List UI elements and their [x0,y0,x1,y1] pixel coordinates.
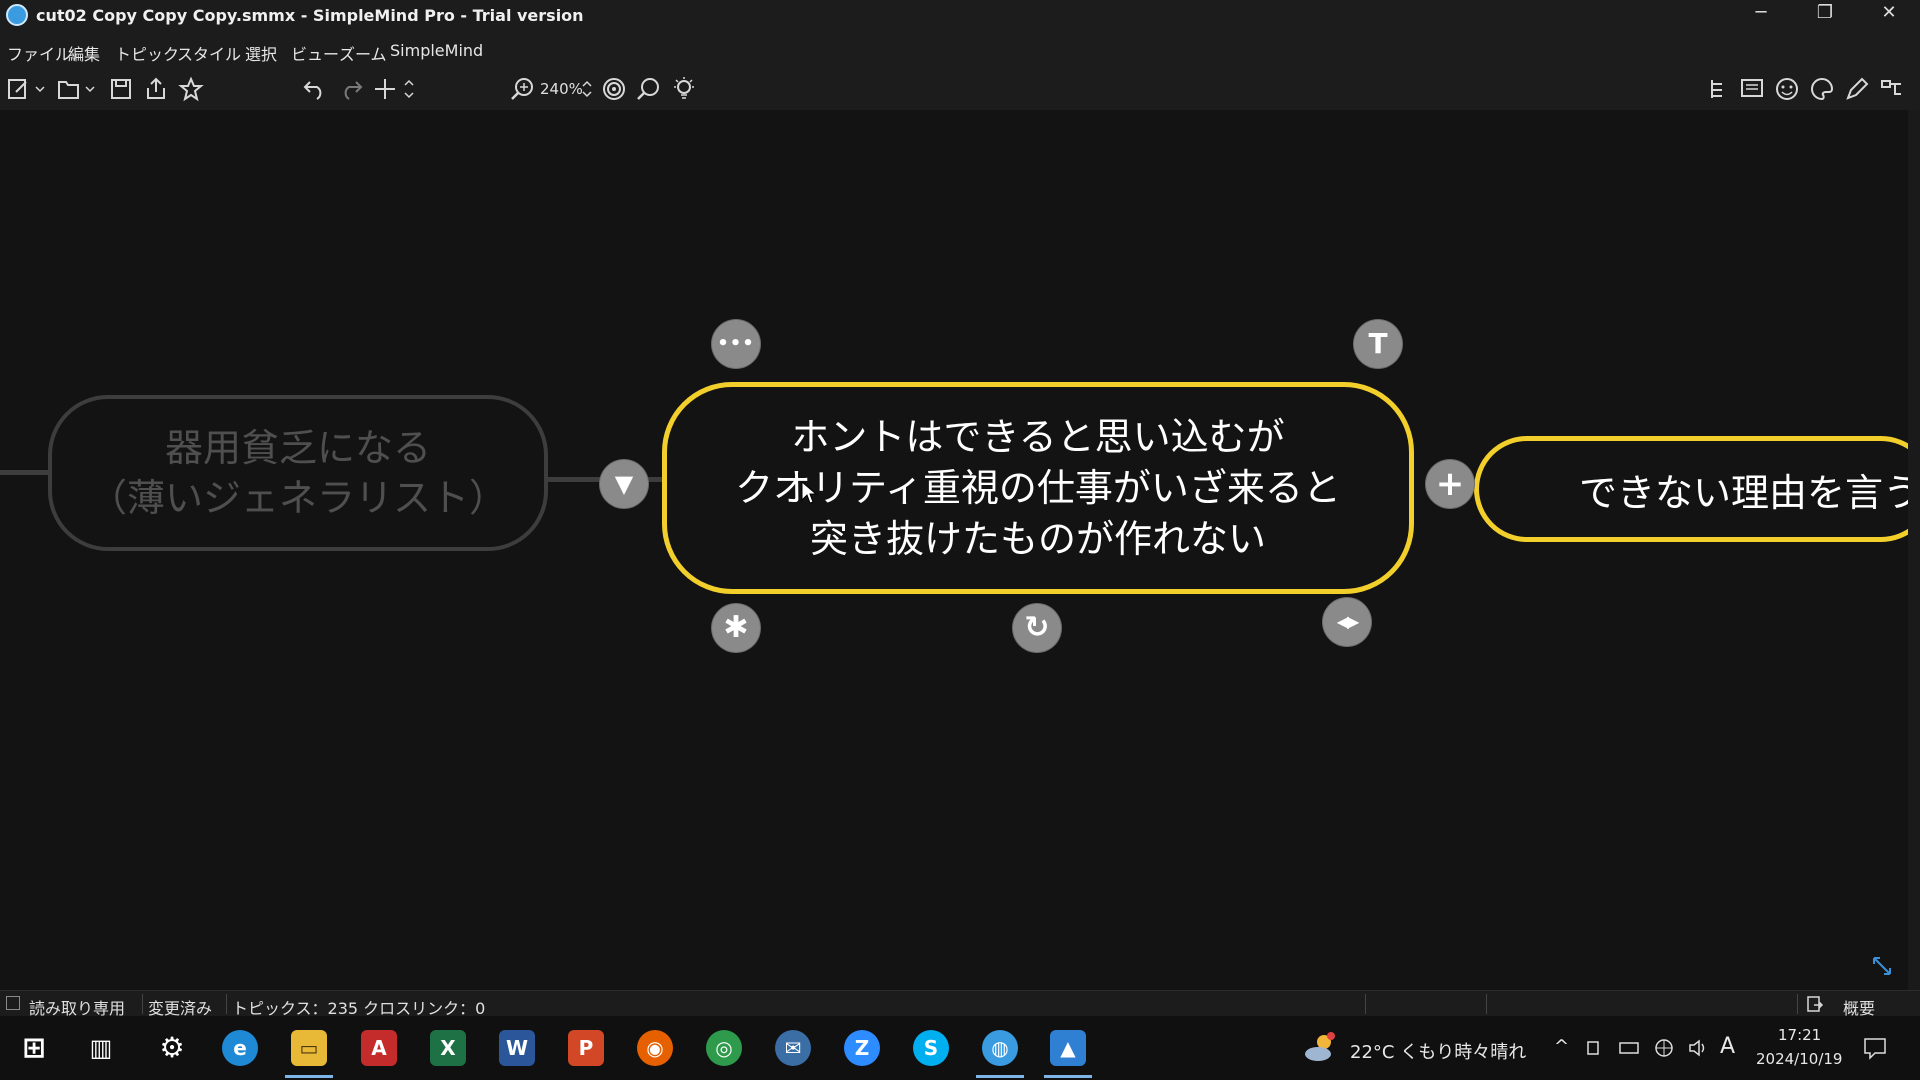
readonly-checkbox[interactable] [6,996,20,1010]
palette-icon[interactable] [1809,76,1835,102]
more-options-handle-icon[interactable]: ••• [712,320,760,368]
rotate-handle-icon[interactable]: ↻ [1013,604,1061,652]
menu-style[interactable]: スタイル [177,41,241,65]
topic-text-line: （薄いジェネラリスト） [88,476,507,520]
close-button[interactable]: ✕ [1858,0,1920,32]
toolbar: 240% [0,68,1920,111]
connector-line [0,470,48,475]
start-button-icon[interactable]: ⊞ [16,1030,52,1066]
zoom-stepper-icon[interactable] [580,76,594,102]
undo-icon[interactable] [302,76,328,102]
emoji-icon[interactable] [1774,76,1800,102]
layout-icon[interactable] [1879,76,1905,102]
notes-icon[interactable] [1739,76,1765,102]
add-topic-icon[interactable] [372,76,414,102]
menu-select[interactable]: 選択 [245,41,277,65]
photos-icon[interactable]: ▲ [1044,1030,1092,1078]
status-divider [1797,994,1798,1014]
overview-icon[interactable] [1806,995,1824,1013]
ime-indicator[interactable]: A [1720,1034,1735,1059]
expand-arrow-icon[interactable] [1870,954,1894,978]
task-view-icon[interactable]: ▥ [83,1030,119,1066]
chevron-up-icon[interactable]: ^ [1554,1036,1569,1057]
topic-text-line: 突き抜けたものが作れない [809,516,1266,561]
outline-icon[interactable] [1704,76,1730,102]
weather-icon[interactable] [1302,1030,1338,1066]
acrobat-icon[interactable]: A [361,1030,397,1066]
topic-node-dimmed[interactable]: 器用貧乏になる （薄いジェネラリスト） [48,395,548,551]
collapse-handle-icon[interactable]: ▼ [600,460,648,508]
redo-icon[interactable] [338,76,364,102]
skype-icon[interactable]: S [913,1030,949,1066]
topic-text-line: ホントはできると思い込むが [791,414,1285,459]
edge-icon[interactable]: e [222,1030,258,1066]
thunderbird-icon[interactable]: ✉ [775,1030,811,1066]
focus-icon[interactable] [601,76,627,102]
menu-edit[interactable]: 編集 [68,41,100,65]
menu-file[interactable]: ファイル [7,41,71,65]
powerpoint-icon[interactable]: P [568,1030,604,1066]
menu-topic[interactable]: トピック [115,41,179,65]
topic-text-line: クオリティ重視の仕事がいざ来ると [735,465,1341,510]
menu-simplemind[interactable]: SimpleMind [390,41,483,60]
share-icon[interactable] [143,76,169,102]
topic-node-child[interactable]: できない理由を言うの [1474,436,1908,542]
status-divider [1486,994,1487,1014]
vertical-scrollbar[interactable] [1908,110,1920,990]
menu-view[interactable]: ビュー [291,41,339,65]
simplemind-app-icon [6,4,28,26]
open-icon[interactable] [56,76,96,102]
topic-node-selected[interactable]: ホントはできると思い込むが クオリティ重視の仕事がいざ来ると 突き抜けたものが作… [662,382,1414,594]
status-divider [226,994,227,1014]
clock-time[interactable]: 17:21 [1778,1026,1821,1044]
resize-handle-icon[interactable]: ◀▶ [1323,598,1371,646]
chrome-icon[interactable]: ◎ [706,1030,742,1066]
star-icon[interactable] [178,76,204,102]
menu-bar: ファイル 編集 トピック スタイル 選択 ビュー ズーム SimpleMind [0,32,1920,68]
add-child-handle-icon[interactable]: + [1426,460,1474,508]
asterisk-handle-icon[interactable]: ✱ [712,604,760,652]
new-icon[interactable] [6,76,46,102]
zoom-app-icon[interactable]: Z [844,1030,880,1066]
notification-icon[interactable] [1862,1036,1888,1060]
title-bar: cut02 Copy Copy Copy.smmx - SimpleMind P… [0,0,1920,32]
search-icon[interactable] [636,76,662,102]
mouse-cursor-icon [801,480,818,504]
taskbar: ⊞ ▥ ⚙ e ▭ A X W P ◉ ◎ ✉ Z S ◍ ▲ 22°C くもり… [0,1016,1920,1080]
window-title: cut02 Copy Copy Copy.smmx - SimpleMind P… [36,6,584,25]
restore-button[interactable]: ❐ [1794,0,1856,32]
save-icon[interactable] [108,76,134,102]
text-style-handle-icon[interactable]: T [1354,320,1402,368]
mindmap-canvas[interactable]: 器用貧乏になる （薄いジェネラリスト） ホントはできると思い込むが クオリティ重… [0,110,1908,990]
status-divider [142,994,143,1014]
simplemind-taskbar-icon[interactable]: ◍ [976,1030,1024,1078]
weather-label[interactable]: 22°C くもり時々晴れ [1350,1038,1526,1064]
topic-text-line: 器用貧乏になる [164,426,431,470]
file-explorer-icon[interactable]: ▭ [285,1030,333,1078]
clock-date[interactable]: 2024/10/19 [1756,1050,1842,1068]
word-icon[interactable]: W [499,1030,535,1066]
pen-icon[interactable] [1844,76,1870,102]
settings-icon[interactable]: ⚙ [154,1030,190,1066]
minimize-button[interactable]: ─ [1730,0,1792,32]
status-bar: 読み取り専用 変更済み トピックス：235 クロスリンク：0 概要 [0,990,1920,1018]
firefox-icon[interactable]: ◉ [637,1030,673,1066]
topic-text: できない理由を言うの [1579,470,1908,515]
excel-icon[interactable]: X [430,1030,466,1066]
zoom-level-dropdown[interactable]: 240% [540,80,583,98]
menu-zoom[interactable]: ズーム [339,41,387,65]
zoom-icon[interactable] [510,76,536,102]
status-divider [1365,994,1366,1014]
bulb-icon[interactable] [671,76,697,102]
